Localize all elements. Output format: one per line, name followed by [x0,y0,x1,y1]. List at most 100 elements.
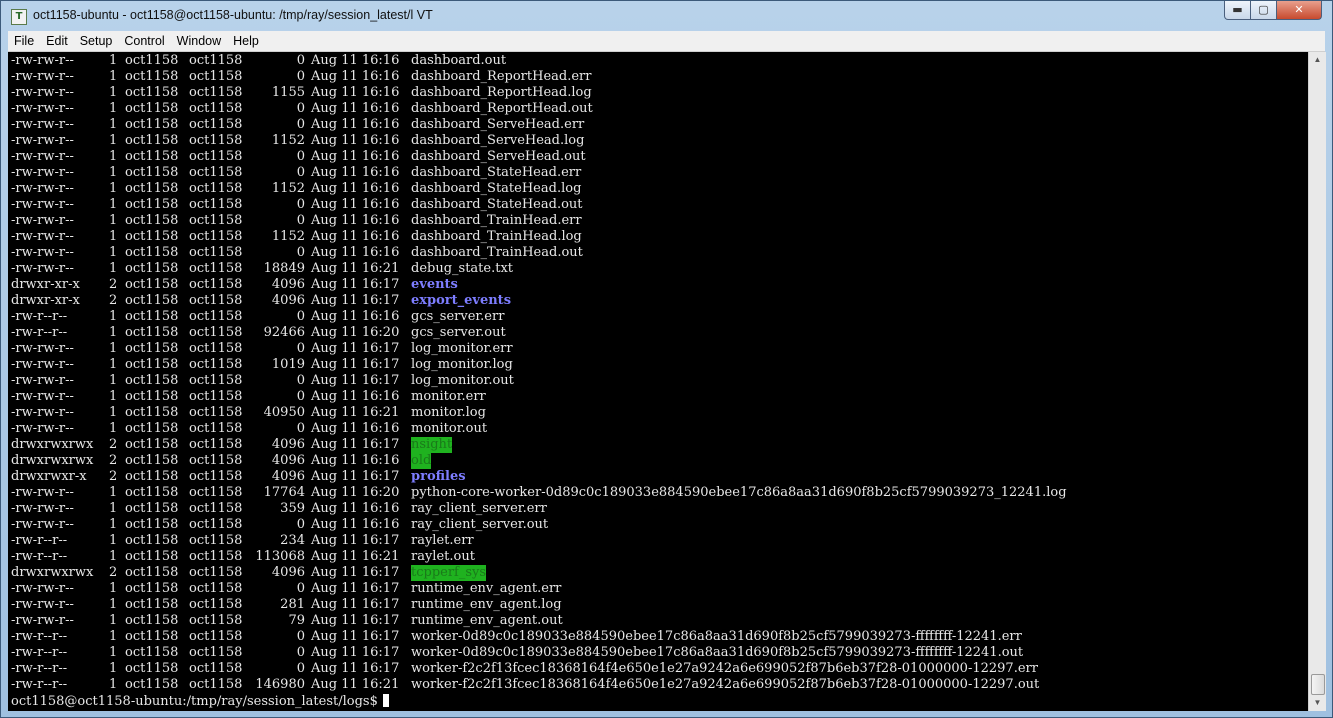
file-size: 4096 [271,565,305,580]
file-name: worker-f2c2f13fcec18368164f4e650e1e27a92… [411,677,1040,692]
link-count: 1 [109,85,118,100]
permissions: -rw-r--r-- [11,645,68,660]
file-name: runtime_env_agent.log [411,597,562,612]
owner: oct1158 [125,133,179,148]
owner: oct1158 [125,261,179,276]
listing-row: -rw-rw-r-- 1 oct1158 oct1158 0 Aug 11 16:16 da… [11,149,1067,165]
permissions: -rw-rw-r-- [11,357,74,372]
listing-row: -rw-r--r-- 1 oct1158 oct1158 0 Aug 11 16:17 wo… [11,629,1067,645]
owner: oct1158 [125,85,179,100]
owner: oct1158 [125,325,179,340]
file-name: monitor.out [411,421,488,436]
modified-date: Aug 11 16:16 [311,421,400,436]
menu-control[interactable]: Control [118,31,170,51]
link-count: 1 [109,309,118,324]
listing-row: drwxrwxr-x 2 oct1158 oct1158 4096 Aug 11 16:1… [11,469,1067,485]
modified-date: Aug 11 16:16 [311,117,400,132]
owner: oct1158 [125,533,179,548]
scroll-up-icon[interactable]: ▲ [1309,52,1326,68]
permissions: -rw-rw-r-- [11,261,74,276]
menu-file[interactable]: File [8,31,40,51]
permissions: -rw-rw-r-- [11,69,74,84]
menu-bar: File Edit Setup Control Window Help [8,31,1325,52]
file-size: 4096 [271,277,305,292]
link-count: 1 [109,53,118,68]
vertical-scrollbar[interactable]: ▲ ▼ [1308,52,1326,711]
modified-date: Aug 11 16:17 [311,533,400,548]
file-name: monitor.log [411,405,486,420]
group: oct1158 [189,53,243,68]
link-count: 1 [109,149,118,164]
link-count: 1 [109,549,118,564]
shell-prompt-line[interactable]: oct1158@oct1158-ubuntu:/tmp/ray/session_… [11,694,389,710]
owner: oct1158 [125,357,179,372]
link-count: 1 [109,421,118,436]
file-size: 17764 [263,485,305,500]
modified-date: Aug 11 16:16 [311,181,400,196]
link-count: 1 [109,677,118,692]
group: oct1158 [189,85,243,100]
owner: oct1158 [125,213,179,228]
close-button[interactable]: ✕ [1276,1,1322,20]
listing-row: -rw-rw-r-- 1 oct1158 oct1158 0 Aug 11 16:17 lo… [11,341,1067,357]
permissions: -rw-r--r-- [11,325,68,340]
file-name: dashboard_ReportHead.log [411,85,592,100]
file-name: raylet.err [411,533,474,548]
file-size: 0 [296,53,305,68]
link-count: 1 [109,213,118,228]
file-size: 0 [296,517,305,532]
link-count: 1 [109,373,118,388]
modified-date: Aug 11 16:17 [311,629,400,644]
modified-date: Aug 11 16:16 [311,389,400,404]
group: oct1158 [189,149,243,164]
file-name: dashboard_ServeHead.log [411,133,585,148]
owner: oct1158 [125,645,179,660]
modified-date: Aug 11 16:21 [311,677,400,692]
permissions: drwxr-xr-x [11,277,80,292]
group: oct1158 [189,341,243,356]
owner: oct1158 [125,245,179,260]
minimize-button[interactable]: ▬ [1224,1,1251,20]
title-bar[interactable]: T oct1158-ubuntu - oct1158@oct1158-ubunt… [1,1,1332,31]
link-count: 1 [109,341,118,356]
scroll-thumb[interactable] [1311,674,1325,695]
menu-setup[interactable]: Setup [74,31,119,51]
group: oct1158 [189,533,243,548]
file-name: runtime_env_agent.err [411,581,562,596]
menu-help[interactable]: Help [227,31,265,51]
file-size: 0 [296,373,305,388]
menu-edit[interactable]: Edit [40,31,74,51]
group: oct1158 [189,405,243,420]
listing-row: -rw-rw-r-- 1 oct1158 oct1158 0 Aug 11 16:16 da… [11,165,1067,181]
modified-date: Aug 11 16:16 [311,165,400,180]
listing-row: -rw-rw-r-- 1 oct1158 oct1158 0 Aug 11 16:16 da… [11,213,1067,229]
file-size: 0 [296,309,305,324]
terminal-output[interactable]: -rw-rw-r-- 1 oct1158 oct1158 0 Aug 11 16:16 da… [8,52,1308,711]
listing-row: -rw-rw-r-- 1 oct1158 oct1158 1152 Aug 11 16:1… [11,181,1067,197]
scroll-down-icon[interactable]: ▼ [1309,695,1326,711]
link-count: 1 [109,389,118,404]
listing-row: drwxr-xr-x 2 oct1158 oct1158 4096 Aug 11 16:1… [11,277,1067,293]
terminal-app-icon[interactable]: T [11,9,27,25]
file-size: 1152 [271,133,305,148]
maximize-button[interactable]: ▢ [1250,1,1277,20]
owner: oct1158 [125,197,179,212]
permissions: -rw-rw-r-- [11,133,74,148]
group: oct1158 [189,309,243,324]
owner: oct1158 [125,661,179,676]
file-name: dashboard_TrainHead.out [411,245,583,260]
link-count: 1 [109,101,118,116]
listing-row: -rw-rw-r-- 1 oct1158 oct1158 0 Aug 11 16:16 da… [11,197,1067,213]
directory-listing: -rw-rw-r-- 1 oct1158 oct1158 0 Aug 11 16:16 da… [11,53,1067,693]
permissions: -rw-rw-r-- [11,85,74,100]
modified-date: Aug 11 16:16 [311,149,400,164]
group: oct1158 [189,117,243,132]
link-count: 2 [109,437,118,452]
file-name: python-core-worker-0d89c0c189033e884590e… [411,485,1067,500]
owner: oct1158 [125,629,179,644]
menu-window[interactable]: Window [171,31,227,51]
listing-row: -rw-r--r-- 1 oct1158 oct1158 146980 Aug 11 16… [11,677,1067,693]
permissions: -rw-rw-r-- [11,101,74,116]
link-count: 1 [109,485,118,500]
file-size: 18849 [263,261,305,276]
